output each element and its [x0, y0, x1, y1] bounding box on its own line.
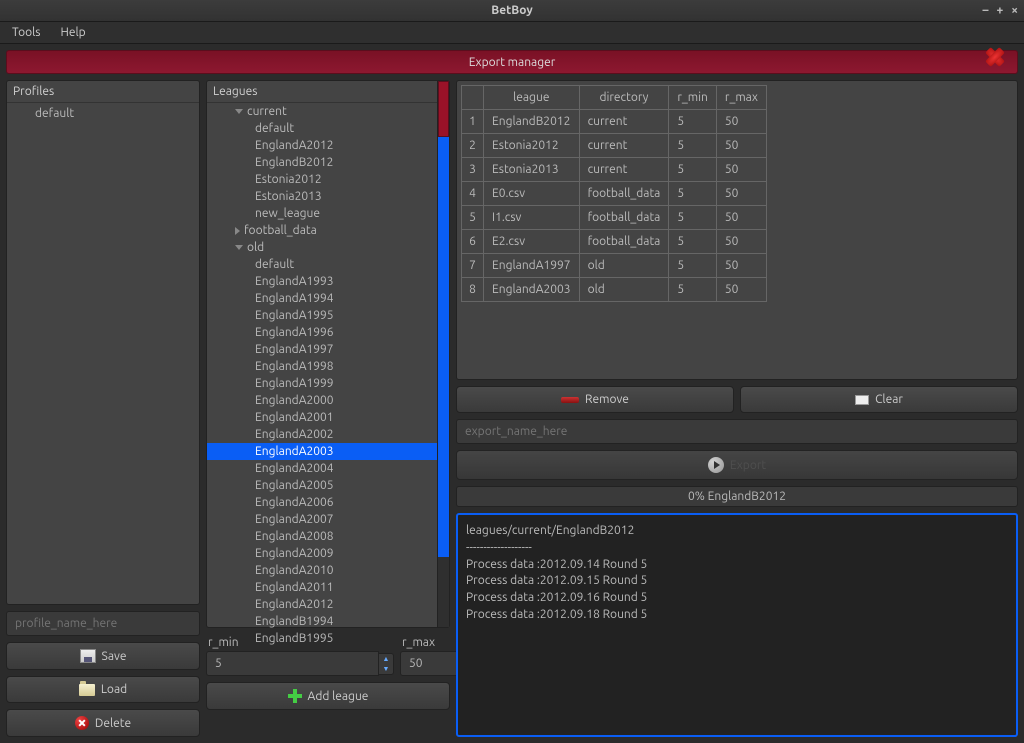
clear-button[interactable]: Clear	[740, 386, 1018, 413]
league-item[interactable]: EnglandB1995	[207, 630, 449, 647]
league-item[interactable]: EnglandA2005	[207, 477, 449, 494]
table-row[interactable]: 4E0.csvfootball_data550	[462, 182, 767, 206]
league-item[interactable]: EnglandA2002	[207, 426, 449, 443]
league-item[interactable]: new_league	[207, 205, 449, 222]
league-item[interactable]: EnglandA2000	[207, 392, 449, 409]
delete-button[interactable]: Delete	[6, 709, 200, 737]
league-item[interactable]: EnglandA1995	[207, 307, 449, 324]
table-row[interactable]: 8EnglandA2003old550	[462, 278, 767, 302]
league-item[interactable]: EnglandA1999	[207, 375, 449, 392]
titlebar: BetBoy – + ×	[0, 0, 1024, 22]
leagues-scrollbar[interactable]	[437, 81, 449, 627]
table-row[interactable]: 3Estonia2013current550	[462, 158, 767, 182]
profile-item[interactable]: default	[7, 105, 199, 122]
r-min-spinner[interactable]: ▲▼	[206, 651, 394, 676]
league-item[interactable]: default	[207, 120, 449, 137]
banner-export-manager: Export manager	[6, 50, 1018, 74]
league-item[interactable]: EnglandB2012	[207, 154, 449, 171]
league-folder[interactable]: football_data	[207, 222, 449, 239]
profile-name-input[interactable]	[6, 611, 200, 636]
league-item[interactable]: EnglandA1994	[207, 290, 449, 307]
profiles-tree[interactable]: default	[7, 103, 199, 604]
table-header[interactable]: directory	[579, 86, 669, 110]
window-controls: – + ×	[982, 4, 1018, 17]
table-row[interactable]: 1EnglandB2012current550	[462, 110, 767, 134]
league-folder[interactable]: current	[207, 103, 449, 120]
league-item[interactable]: EnglandA2009	[207, 545, 449, 562]
close-icon[interactable]: ×	[1011, 4, 1018, 17]
progress-bar: 0% EnglandB2012	[456, 486, 1018, 507]
league-item[interactable]: EnglandA2006	[207, 494, 449, 511]
league-item[interactable]: EnglandA1996	[207, 324, 449, 341]
remove-icon	[561, 397, 579, 403]
leagues-tree[interactable]: currentdefaultEnglandA2012EnglandB2012Es…	[207, 103, 449, 649]
log-output[interactable]: leagues/current/EnglandB2012------------…	[456, 513, 1018, 737]
banner-close-icon[interactable]	[983, 45, 1011, 73]
add-icon	[288, 689, 302, 703]
table-header[interactable]: r_min	[669, 86, 717, 110]
league-item[interactable]: EnglandA2007	[207, 511, 449, 528]
clear-icon	[855, 395, 869, 405]
league-item[interactable]: EnglandA2001	[207, 409, 449, 426]
table-row[interactable]: 2Estonia2012current550	[462, 134, 767, 158]
league-item[interactable]: EnglandA1997	[207, 341, 449, 358]
league-item[interactable]: EnglandB1994	[207, 613, 449, 630]
menubar: Tools Help	[0, 22, 1024, 44]
save-button[interactable]: Save	[6, 642, 200, 670]
play-icon	[708, 457, 724, 473]
window-title: BetBoy	[491, 4, 532, 17]
export-button[interactable]: Export	[456, 450, 1018, 480]
chevron-right-icon[interactable]	[235, 227, 240, 235]
spin-up-icon[interactable]: ▲	[379, 654, 393, 664]
league-item[interactable]: Estonia2012	[207, 171, 449, 188]
delete-icon	[75, 716, 89, 730]
profiles-header: Profiles	[7, 81, 199, 103]
table-header[interactable]: league	[484, 86, 580, 110]
maximize-icon[interactable]: +	[996, 4, 1003, 17]
league-item[interactable]: EnglandA2012	[207, 137, 449, 154]
export-name-input[interactable]	[456, 419, 1018, 444]
table-row[interactable]: 5I1.csvfootball_data550	[462, 206, 767, 230]
league-item[interactable]: EnglandA2003	[207, 443, 449, 460]
league-item[interactable]: default	[207, 256, 449, 273]
league-item[interactable]: Estonia2013	[207, 188, 449, 205]
chevron-down-icon[interactable]	[235, 109, 243, 114]
spin-down-icon[interactable]: ▼	[379, 664, 393, 674]
chevron-down-icon[interactable]	[235, 245, 243, 250]
league-item[interactable]: EnglandA2008	[207, 528, 449, 545]
league-item[interactable]: EnglandA1993	[207, 273, 449, 290]
table-row[interactable]: 6E2.csvfootball_data550	[462, 230, 767, 254]
league-item[interactable]: EnglandA2012	[207, 596, 449, 613]
league-item[interactable]: EnglandA2011	[207, 579, 449, 596]
r-min-input[interactable]	[206, 651, 379, 676]
menu-help[interactable]: Help	[61, 26, 86, 39]
table-header[interactable]: r_max	[716, 86, 766, 110]
export-table[interactable]: leaguedirectoryr_minr_max1EnglandB2012cu…	[456, 80, 1018, 380]
league-item[interactable]: EnglandA1998	[207, 358, 449, 375]
save-icon	[80, 649, 96, 663]
load-button[interactable]: Load	[6, 676, 200, 703]
banner-title: Export manager	[469, 56, 556, 69]
remove-button[interactable]: Remove	[456, 386, 734, 413]
league-item[interactable]: EnglandA2004	[207, 460, 449, 477]
folder-icon	[79, 684, 95, 696]
menu-tools[interactable]: Tools	[12, 26, 41, 39]
league-item[interactable]: EnglandA2010	[207, 562, 449, 579]
table-row[interactable]: 7EnglandA1997old550	[462, 254, 767, 278]
add-league-button[interactable]: Add league	[206, 682, 450, 710]
minimize-icon[interactable]: –	[982, 4, 988, 17]
leagues-header: Leagues	[207, 81, 449, 103]
table-corner	[462, 86, 484, 110]
league-folder[interactable]: old	[207, 239, 449, 256]
